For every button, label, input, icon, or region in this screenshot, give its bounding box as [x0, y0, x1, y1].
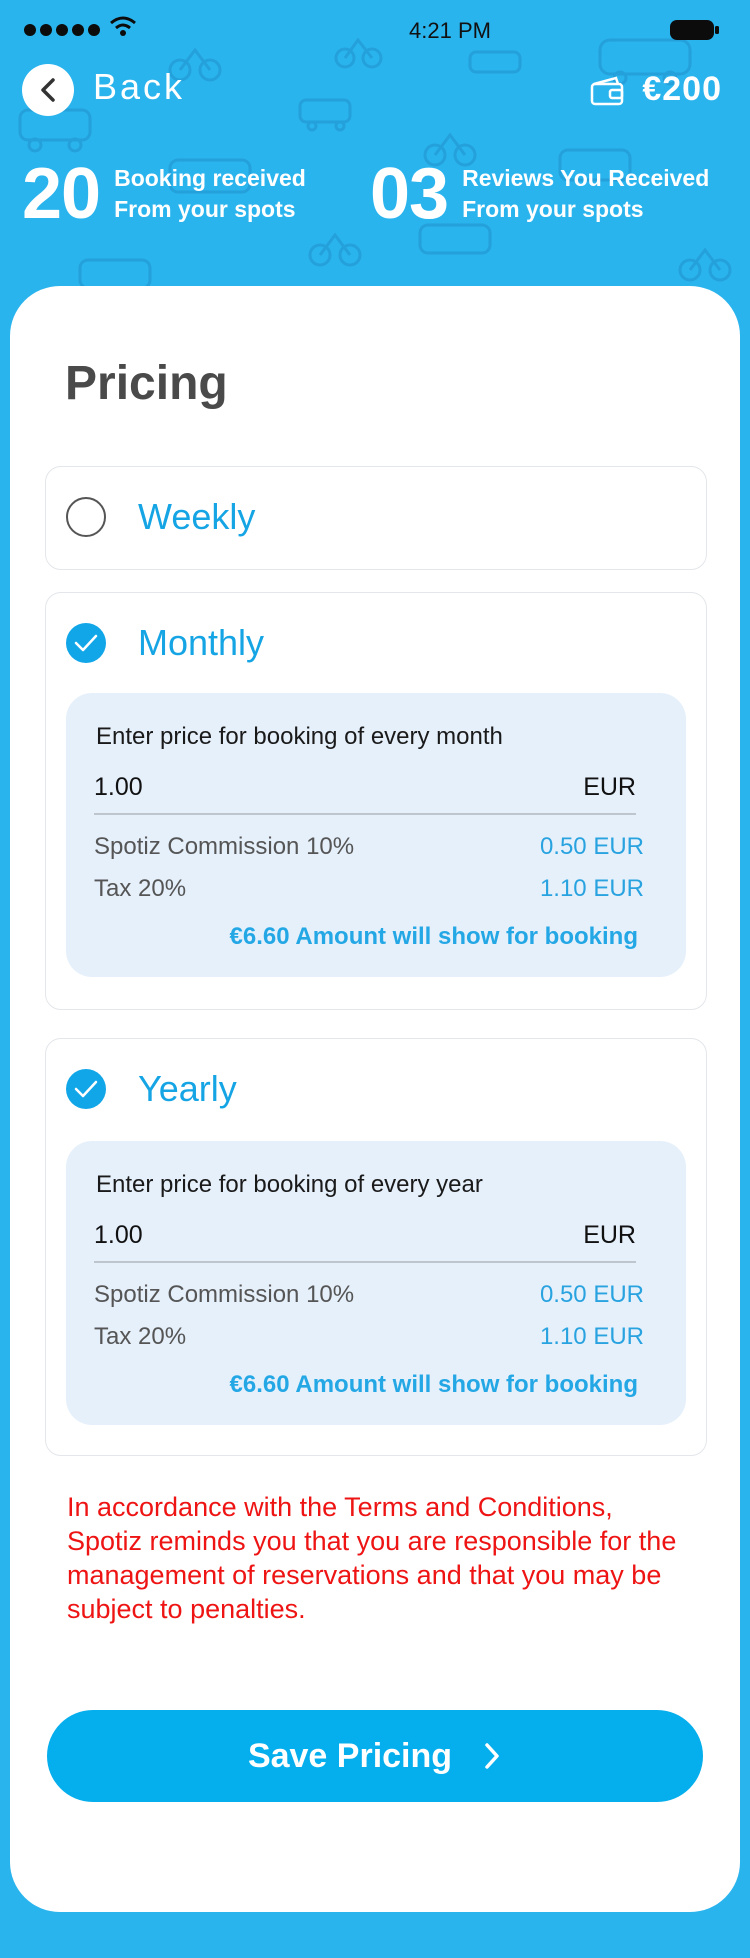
wallet-icon [590, 76, 624, 106]
save-pricing-button[interactable]: Save Pricing [47, 1710, 703, 1802]
back-label[interactable]: Back [93, 66, 185, 108]
reviews-caption: Reviews You Received From your spots [462, 163, 709, 225]
yearly-price-currency: EUR [583, 1221, 636, 1249]
yearly-price-prompt: Enter price for booking of every year [96, 1171, 483, 1198]
status-time: 4:21 PM [409, 18, 491, 43]
bookings-caption-line2: From your spots [114, 196, 296, 222]
terms-notice: In accordance with the Terms and Conditi… [67, 1492, 677, 1624]
yearly-price-value[interactable]: 1.00 [94, 1221, 143, 1250]
monthly-commission-row: Spotiz Commission 10% 0.50 EUR [94, 833, 644, 861]
monthly-total: €6.60 Amount will show for booking [229, 923, 638, 950]
monthly-price-value[interactable]: 1.00 [94, 773, 143, 802]
header: 4:21 PM Back €200 20 Booking received Fr… [0, 0, 750, 300]
checkmark-icon [74, 1080, 98, 1098]
car-icon [298, 98, 352, 132]
bike-icon [678, 247, 732, 282]
yearly-commission-value: 0.50 EUR [539, 1281, 644, 1308]
weekly-radio[interactable] [66, 497, 106, 537]
monthly-radio[interactable] [66, 623, 106, 663]
bookings-caption: Booking received From your spots [114, 163, 306, 225]
option-yearly-header[interactable]: Yearly [66, 1039, 237, 1139]
yearly-price-box: Enter price for booking of every year 1.… [66, 1141, 686, 1425]
chevron-right-icon [485, 1743, 499, 1769]
chevron-left-icon [41, 78, 55, 102]
monthly-price-input[interactable]: 1.00 EUR [94, 773, 636, 815]
monthly-commission-label: Spotiz Commission 10% [94, 833, 355, 860]
status-bar: 4:21 PM [0, 0, 750, 60]
reviews-count: 03 [370, 154, 449, 234]
bookings-caption-line1: Booking received [114, 165, 306, 191]
monthly-commission-value: 0.50 EUR [539, 833, 644, 860]
bookings-count: 20 [22, 154, 101, 234]
yearly-total: €6.60 Amount will show for booking [229, 1371, 638, 1398]
save-pricing-label: Save Pricing [247, 1736, 453, 1775]
option-monthly[interactable]: Monthly Enter price for booking of every… [45, 592, 707, 1010]
yearly-tax-value: 1.10 EUR [539, 1323, 644, 1350]
checkmark-icon [74, 634, 98, 652]
bookings-stat: 20 Booking received From your spots [22, 158, 306, 230]
car-icon [78, 258, 152, 290]
yearly-radio[interactable] [66, 1069, 106, 1109]
option-weekly[interactable]: Weekly [45, 466, 707, 570]
battery-icon [670, 20, 719, 40]
bike-icon [308, 232, 362, 267]
yearly-label: Yearly [138, 1068, 237, 1109]
wallet-balance[interactable]: €200 [642, 70, 722, 109]
yearly-price-input[interactable]: 1.00 EUR [94, 1221, 636, 1263]
page-title: Pricing [65, 357, 228, 410]
monthly-tax-value: 1.10 EUR [539, 875, 644, 902]
option-monthly-header[interactable]: Monthly [66, 593, 264, 693]
yearly-commission-row: Spotiz Commission 10% 0.50 EUR [94, 1281, 644, 1309]
yearly-tax-label: Tax 20% [94, 1323, 187, 1350]
monthly-tax-row: Tax 20% 1.10 EUR [94, 875, 644, 903]
monthly-price-prompt: Enter price for booking of every month [96, 723, 503, 750]
car-icon [18, 108, 92, 153]
reviews-stat: 03 Reviews You Received From your spots [370, 158, 709, 230]
yearly-commission-label: Spotiz Commission 10% [94, 1281, 355, 1308]
monthly-tax-label: Tax 20% [94, 875, 187, 902]
yearly-tax-row: Tax 20% 1.10 EUR [94, 1323, 644, 1351]
option-yearly[interactable]: Yearly Enter price for booking of every … [45, 1038, 707, 1456]
monthly-price-currency: EUR [583, 773, 636, 801]
monthly-price-box: Enter price for booking of every month 1… [66, 693, 686, 977]
option-weekly-header[interactable]: Weekly [66, 467, 255, 567]
weekly-label: Weekly [138, 496, 256, 537]
monthly-label: Monthly [138, 622, 265, 663]
reviews-caption-line1: Reviews You Received [462, 165, 710, 191]
pricing-card: Pricing Weekly Monthly Enter price for b… [10, 286, 740, 1912]
reviews-caption-line2: From your spots [462, 196, 644, 222]
back-button[interactable] [22, 64, 74, 116]
